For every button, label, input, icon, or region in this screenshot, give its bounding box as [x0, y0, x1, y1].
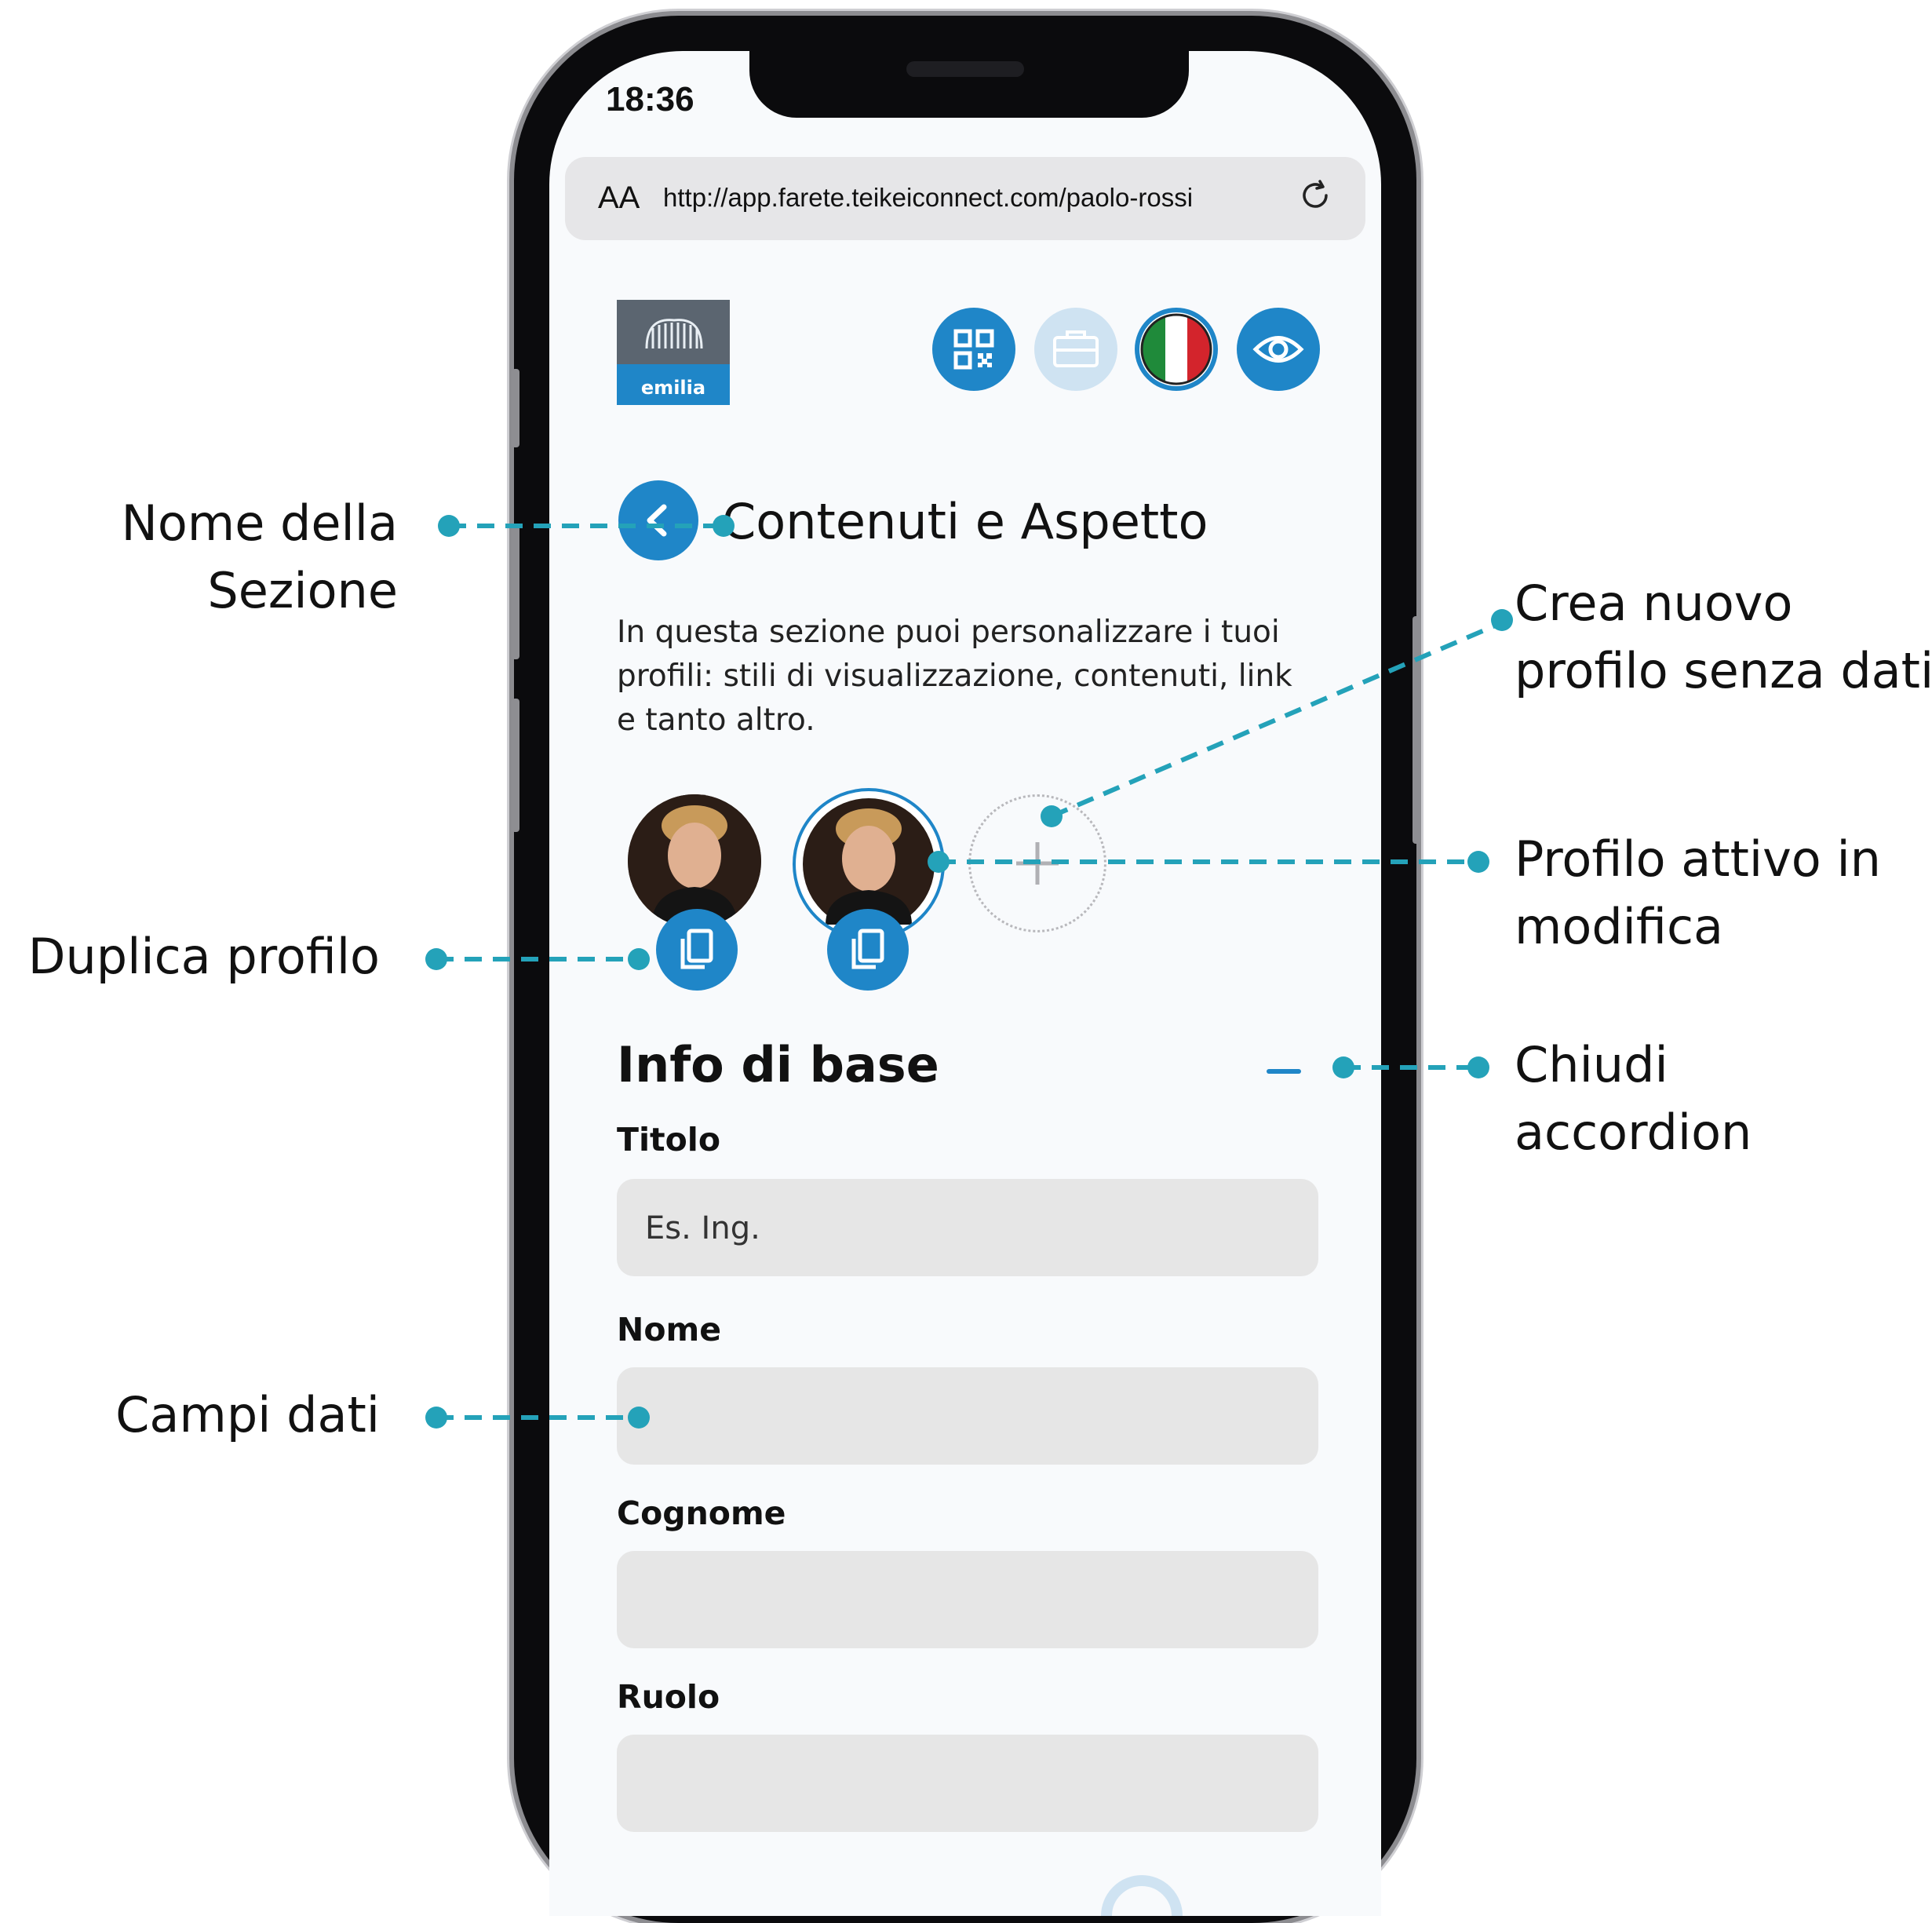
annotation-dot	[713, 515, 735, 537]
annotation-close-accordion: Chiudi accordion	[1515, 1036, 1752, 1161]
annotation-dot	[1332, 1056, 1354, 1078]
annotation-dot	[438, 515, 460, 537]
annotation-dot	[628, 948, 650, 970]
annotation-section-name: Nome della Sezione	[121, 494, 398, 619]
annotation-dot	[425, 1407, 447, 1429]
annotation-dot	[1467, 851, 1489, 873]
annotation-data-fields: Campi dati	[115, 1386, 380, 1443]
annotation-dot	[928, 851, 950, 873]
annotation-active-profile: Profilo attivo in modifica	[1515, 830, 1881, 955]
annotation-dot	[1467, 1056, 1489, 1078]
annotation-dot	[628, 1407, 650, 1429]
annotation-dot	[1491, 609, 1513, 631]
annotation-create-profile: Crea nuovo profilo senza dati	[1515, 575, 1932, 699]
annotation-dot	[1041, 805, 1063, 827]
annotation-duplicate: Duplica profilo	[27, 928, 380, 985]
annotation-dot	[425, 948, 447, 970]
